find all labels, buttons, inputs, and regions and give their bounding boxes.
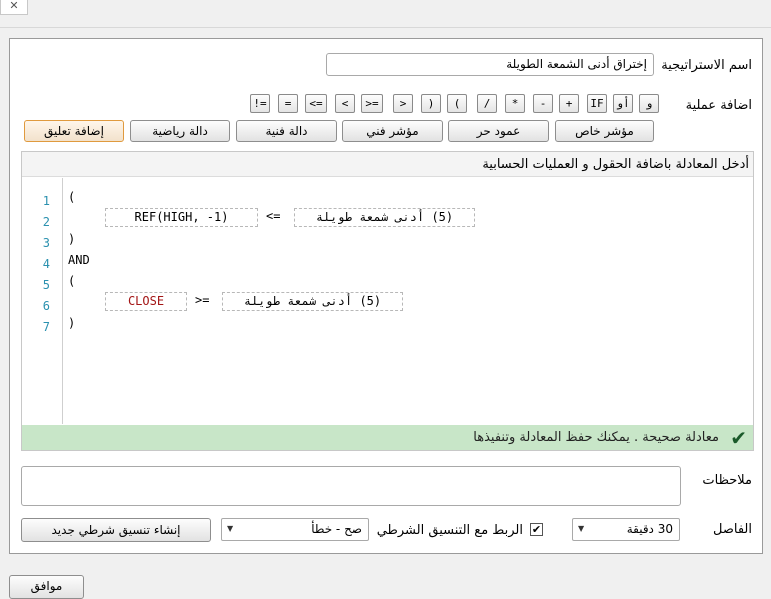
validation-status: ✔ معادلة صحيحة . يمكنك حفظ المعادلة وتنف…: [22, 425, 753, 450]
title-bar: ✕: [0, 0, 771, 28]
line-number: 5: [42, 278, 50, 292]
line-number: 2: [42, 215, 50, 229]
status-text: معادلة صحيحة . يمكنك حفظ المعادلة وتنفيذ…: [473, 430, 719, 445]
ok-button[interactable]: موافق: [9, 575, 84, 599]
editor-header: أدخل المعادلة باضافة الحقول و العمليات ا…: [22, 152, 753, 177]
line-number: 1: [42, 194, 50, 208]
close-icon[interactable]: ✕: [0, 0, 28, 15]
notes-input[interactable]: [21, 466, 681, 506]
check-icon: ✔: [531, 523, 542, 536]
tech-function-button[interactable]: دالة فنية: [236, 120, 337, 142]
operator-greater-button[interactable]: >: [393, 94, 413, 113]
add-comment-button[interactable]: إضافة تعليق: [24, 120, 124, 142]
operator-if-button[interactable]: IF: [587, 94, 607, 113]
link-conditional-checkbox[interactable]: ✔: [530, 523, 543, 536]
operator-or-button[interactable]: أو: [613, 94, 633, 113]
operator-token: >=: [195, 293, 210, 307]
operator-token: <=: [266, 209, 281, 223]
dropdown-arrow-icon: ▼: [578, 524, 585, 533]
link-conditional-label: الربط مع التنسيق الشرطي: [376, 523, 523, 538]
code-line-3: ): [68, 232, 76, 246]
add-operation-label: اضافة عملية: [685, 98, 752, 113]
equation-editor: أدخل المعادلة باضافة الحقول و العمليات ا…: [21, 151, 754, 451]
long-candle-low-field[interactable]: (5) أدنى شمعة طويلة: [222, 292, 403, 311]
operator-plus-button[interactable]: +: [559, 94, 579, 113]
create-conditional-format-button[interactable]: إنشاء تنسيق شرطي جديد: [21, 518, 211, 542]
strategy-name-input[interactable]: إختراق أدنى الشمعة الطويلة: [326, 53, 654, 76]
code-line-4: AND: [68, 253, 90, 267]
code-line-7: ): [68, 316, 76, 330]
line-number: 7: [42, 320, 50, 334]
long-candle-low-field[interactable]: (5) أدنى شمعة طويلة: [294, 208, 475, 227]
code-line-5: (: [68, 274, 76, 288]
interval-label: الفاصل: [713, 522, 752, 537]
operator-bar: و أو IF + - * / ( ) > >= < <= = !=: [241, 94, 661, 114]
operator-not-equal-button[interactable]: !=: [250, 94, 270, 113]
dropdown-arrow-icon: ▼: [227, 524, 234, 533]
line-number: 3: [42, 236, 50, 250]
ref-high-field[interactable]: REF(HIGH, -1): [105, 208, 258, 227]
operator-close-paren-button[interactable]: ): [421, 94, 441, 113]
operator-multiply-button[interactable]: *: [505, 94, 525, 113]
code-line-1: (: [68, 190, 76, 204]
tech-indicator-button[interactable]: مؤشر فني: [342, 120, 443, 142]
strategy-name-label: اسم الاستراتيجية: [661, 58, 752, 73]
operator-greater-equal-button[interactable]: >=: [361, 94, 383, 113]
notes-label: ملاحظات: [702, 473, 752, 488]
math-function-button[interactable]: دالة رياضية: [130, 120, 230, 142]
conditional-format-select[interactable]: ▼ صح - خطأ: [221, 518, 369, 541]
operator-equal-button[interactable]: =: [278, 94, 298, 113]
free-column-button[interactable]: عمود حر: [448, 120, 549, 142]
line-number-gutter: 1 2 3 4 5 6 7: [22, 178, 63, 424]
operator-minus-button[interactable]: -: [533, 94, 553, 113]
code-area[interactable]: ( REF(HIGH, -1) <= (5) أدنى شمعة طويلة )…: [63, 178, 753, 424]
interval-select[interactable]: ▼ 30 دقيقة: [572, 518, 680, 541]
operator-divide-button[interactable]: /: [477, 94, 497, 113]
operator-and-button[interactable]: و: [639, 94, 659, 113]
operator-open-paren-button[interactable]: (: [447, 94, 467, 113]
operator-less-equal-button[interactable]: <=: [305, 94, 327, 113]
close-field[interactable]: CLOSE: [105, 292, 187, 311]
operator-less-button[interactable]: <: [335, 94, 355, 113]
line-number: 4: [42, 257, 50, 271]
special-indicator-button[interactable]: مؤشر خاص: [555, 120, 654, 142]
line-number: 6: [42, 299, 50, 313]
checkmark-icon: ✔: [730, 426, 747, 450]
